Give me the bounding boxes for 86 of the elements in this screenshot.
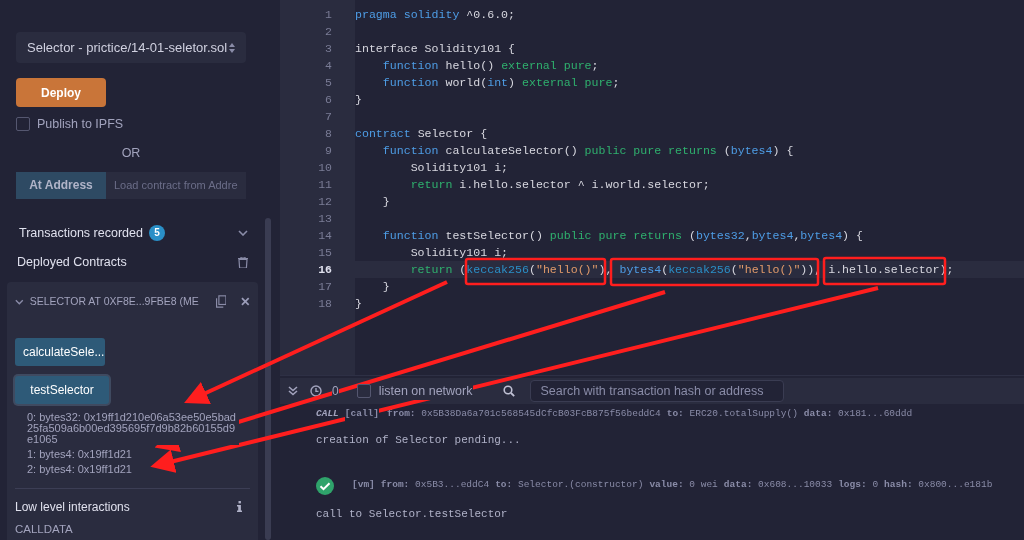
or-label: OR (120, 144, 142, 162)
scrollbar-thumb[interactable] (265, 218, 271, 540)
line-number: 17 (317, 279, 333, 295)
log-value: 0x5B3...eddC4 (415, 479, 490, 491)
calldata-label: CALLDATA (15, 521, 74, 537)
output-value: 0: bytes32: 0x19ff1d210e06a53ee50e5bad25fa509a6b00ed395695f7d9b82b60155d9e1065 (27, 411, 239, 445)
publish-label: Publish to IPFS (37, 116, 124, 133)
log-value: 0x608...10033 (758, 479, 833, 491)
code-line: function hello() external pure; (381, 58, 600, 74)
code-line: Solidity101 i; (409, 160, 510, 176)
log-key: to: (666, 407, 684, 419)
code-line: interface Solidity101 { (355, 41, 517, 57)
line-number: 9 (324, 143, 333, 159)
at-address-button[interactable]: At Address (16, 171, 106, 199)
log-key: data: (723, 479, 753, 491)
code-line: function testSelector() public pure returns (bytes32,bytes4,bytes4) { (381, 228, 864, 244)
line-number: 3 (324, 41, 333, 57)
log-tag: [vm] (352, 478, 375, 493)
line-number: 7 (324, 109, 333, 125)
log-key: from: (387, 407, 416, 419)
contract-select[interactable]: Selector - prictice/14-01-seletor.sol (16, 32, 246, 63)
log-value: 0x5B38Da6a701c568545dCfcB03FcB875f56beddC4 (421, 407, 661, 419)
info-icon[interactable] (237, 501, 242, 513)
code-line: contract Selector { (355, 126, 489, 142)
log-key: value: (649, 479, 684, 491)
publish-checkbox[interactable] (16, 117, 30, 132)
code-line: } (381, 279, 391, 295)
clock-icon[interactable] (310, 385, 322, 397)
search-field[interactable]: Search with transaction hash or address (529, 380, 784, 402)
chevron-icon[interactable] (15, 298, 24, 305)
log-key: to: (495, 479, 513, 491)
log-key: logs: (838, 479, 867, 491)
line-number: 11 (317, 177, 333, 193)
line-number: 2 (324, 24, 333, 40)
line-number: 16 (317, 262, 333, 278)
line-number: 15 (317, 245, 333, 261)
function-button[interactable]: testSelector (15, 375, 109, 404)
chevron-icon[interactable] (238, 229, 248, 236)
log-value: 0 wei (689, 479, 718, 491)
code-line: } (355, 92, 363, 108)
code-line: return i.hello.selector ^ i.world.selector; (409, 177, 711, 193)
code-line: pragma solidity ^0.6.0; (355, 7, 517, 23)
log-key: hash: (884, 479, 913, 491)
output-value: 1: bytes4: 0x19ff1d21 (27, 448, 132, 460)
instance-title: SELECTOR AT 0XF8E...9FBE8 (ME (29, 294, 200, 309)
log-value: 0x800...e181b (918, 479, 993, 491)
close-icon[interactable] (241, 297, 250, 307)
line-number: 10 (317, 160, 333, 176)
collapse-icon[interactable] (288, 386, 298, 396)
call-tag: CALL (316, 406, 339, 422)
log-value: Selector.(constructor) (517, 479, 644, 491)
log-message: creation of Selector pending... (316, 433, 522, 448)
copy-icon[interactable] (215, 295, 227, 309)
line-number: 5 (324, 75, 333, 91)
code-line: Solidity101 i; (409, 245, 510, 261)
log-key: data: (803, 407, 833, 419)
code-line: } (355, 296, 363, 312)
search-icon[interactable] (502, 385, 515, 397)
log-value: 0x181...60ddd (838, 407, 913, 419)
log-value: 0 (872, 479, 879, 491)
line-number: 4 (324, 58, 333, 74)
sort-icon (229, 42, 235, 53)
line-number: 8 (324, 126, 333, 142)
address-field[interactable]: Load contract from Addre (106, 171, 246, 199)
line-number: 6 (324, 92, 333, 108)
section-title: Deployed Contracts (17, 254, 127, 272)
log-key: from: (380, 479, 410, 491)
code-line: } (381, 194, 391, 210)
code-line: function world(int) external pure; (381, 75, 621, 91)
log-value: ERC20.totalSupply() (689, 407, 798, 419)
section-title: Low level interactions (15, 498, 130, 516)
output-value: 2: bytes4: 0x19ff1d21 (27, 463, 132, 475)
code-line: function calculateSelector() public pure returns (bytes4) { (381, 143, 795, 159)
log-message: call to Selector.testSelector (316, 506, 509, 522)
trash-icon[interactable] (238, 257, 248, 269)
line-number: 1 (324, 7, 333, 23)
log-tag: [call] (344, 406, 380, 422)
listen-checkbox[interactable] (356, 384, 371, 398)
count-badge: 5 (148, 224, 165, 241)
line-number: 14 (317, 228, 333, 244)
line-number: 12 (317, 194, 333, 210)
line-number: 13 (317, 211, 333, 227)
success-icon (316, 476, 334, 495)
function-button[interactable]: calculateSele... (15, 337, 105, 366)
line-number: 18 (317, 296, 333, 312)
section-title: Transactions recorded (19, 224, 143, 242)
